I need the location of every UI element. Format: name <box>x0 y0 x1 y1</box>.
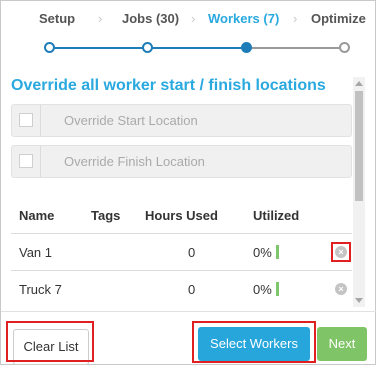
remove-worker-icon[interactable]: × <box>335 283 347 295</box>
step-jobs[interactable]: Jobs (30) <box>122 11 179 26</box>
wizard-stepper: Setup › Jobs (30) › Workers (7) › Optimi… <box>1 1 376 37</box>
table-divider <box>11 270 352 271</box>
worker-name: Van 1 <box>19 245 53 260</box>
worker-name: Truck 7 <box>19 282 62 297</box>
next-button[interactable]: Next <box>317 327 367 361</box>
chevron-right-icon: › <box>98 11 103 26</box>
step-setup[interactable]: Setup <box>39 11 75 26</box>
utilized-percent: 0% <box>253 245 272 260</box>
utilization-bar <box>276 282 279 296</box>
step-workers[interactable]: Workers (7) <box>208 11 279 26</box>
override-start-checkbox[interactable] <box>12 105 41 136</box>
column-header-utilized[interactable]: Utilized <box>253 208 299 223</box>
progress-track-remaining <box>248 47 341 49</box>
table-divider <box>11 233 352 234</box>
override-start-row[interactable]: Override Start Location <box>11 104 352 137</box>
chevron-right-icon: › <box>293 11 298 26</box>
override-finish-checkbox[interactable] <box>12 146 41 177</box>
override-start-label: Override Start Location <box>64 113 198 128</box>
column-header-hours-used[interactable]: Hours Used <box>145 208 218 223</box>
scroll-down-icon[interactable] <box>355 298 363 303</box>
highlight-remove-icon <box>331 242 351 262</box>
override-finish-row[interactable]: Override Finish Location <box>11 145 352 178</box>
utilization-bar <box>276 245 279 259</box>
step-dot-workers <box>241 42 252 53</box>
column-header-tags[interactable]: Tags <box>91 208 120 223</box>
utilized-percent: 0% <box>253 282 272 297</box>
hours-used: 0 <box>188 245 196 260</box>
step-dot-optimize <box>339 42 350 53</box>
scrollbar-thumb[interactable] <box>355 91 363 201</box>
scrollbar[interactable] <box>353 77 365 307</box>
workers-panel: Setup › Jobs (30) › Workers (7) › Optimi… <box>0 0 376 365</box>
override-finish-label: Override Finish Location <box>64 154 205 169</box>
chevron-right-icon: › <box>191 11 196 26</box>
override-heading: Override all worker start / finish locat… <box>11 77 326 94</box>
column-header-name[interactable]: Name <box>19 208 54 223</box>
hours-used: 0 <box>188 282 196 297</box>
scroll-up-icon[interactable] <box>355 81 363 86</box>
highlight-select-workers <box>192 321 316 363</box>
step-dot-setup <box>44 42 55 53</box>
step-optimize[interactable]: Optimize <box>311 11 366 26</box>
highlight-clear-list <box>6 321 94 362</box>
step-dot-jobs <box>142 42 153 53</box>
